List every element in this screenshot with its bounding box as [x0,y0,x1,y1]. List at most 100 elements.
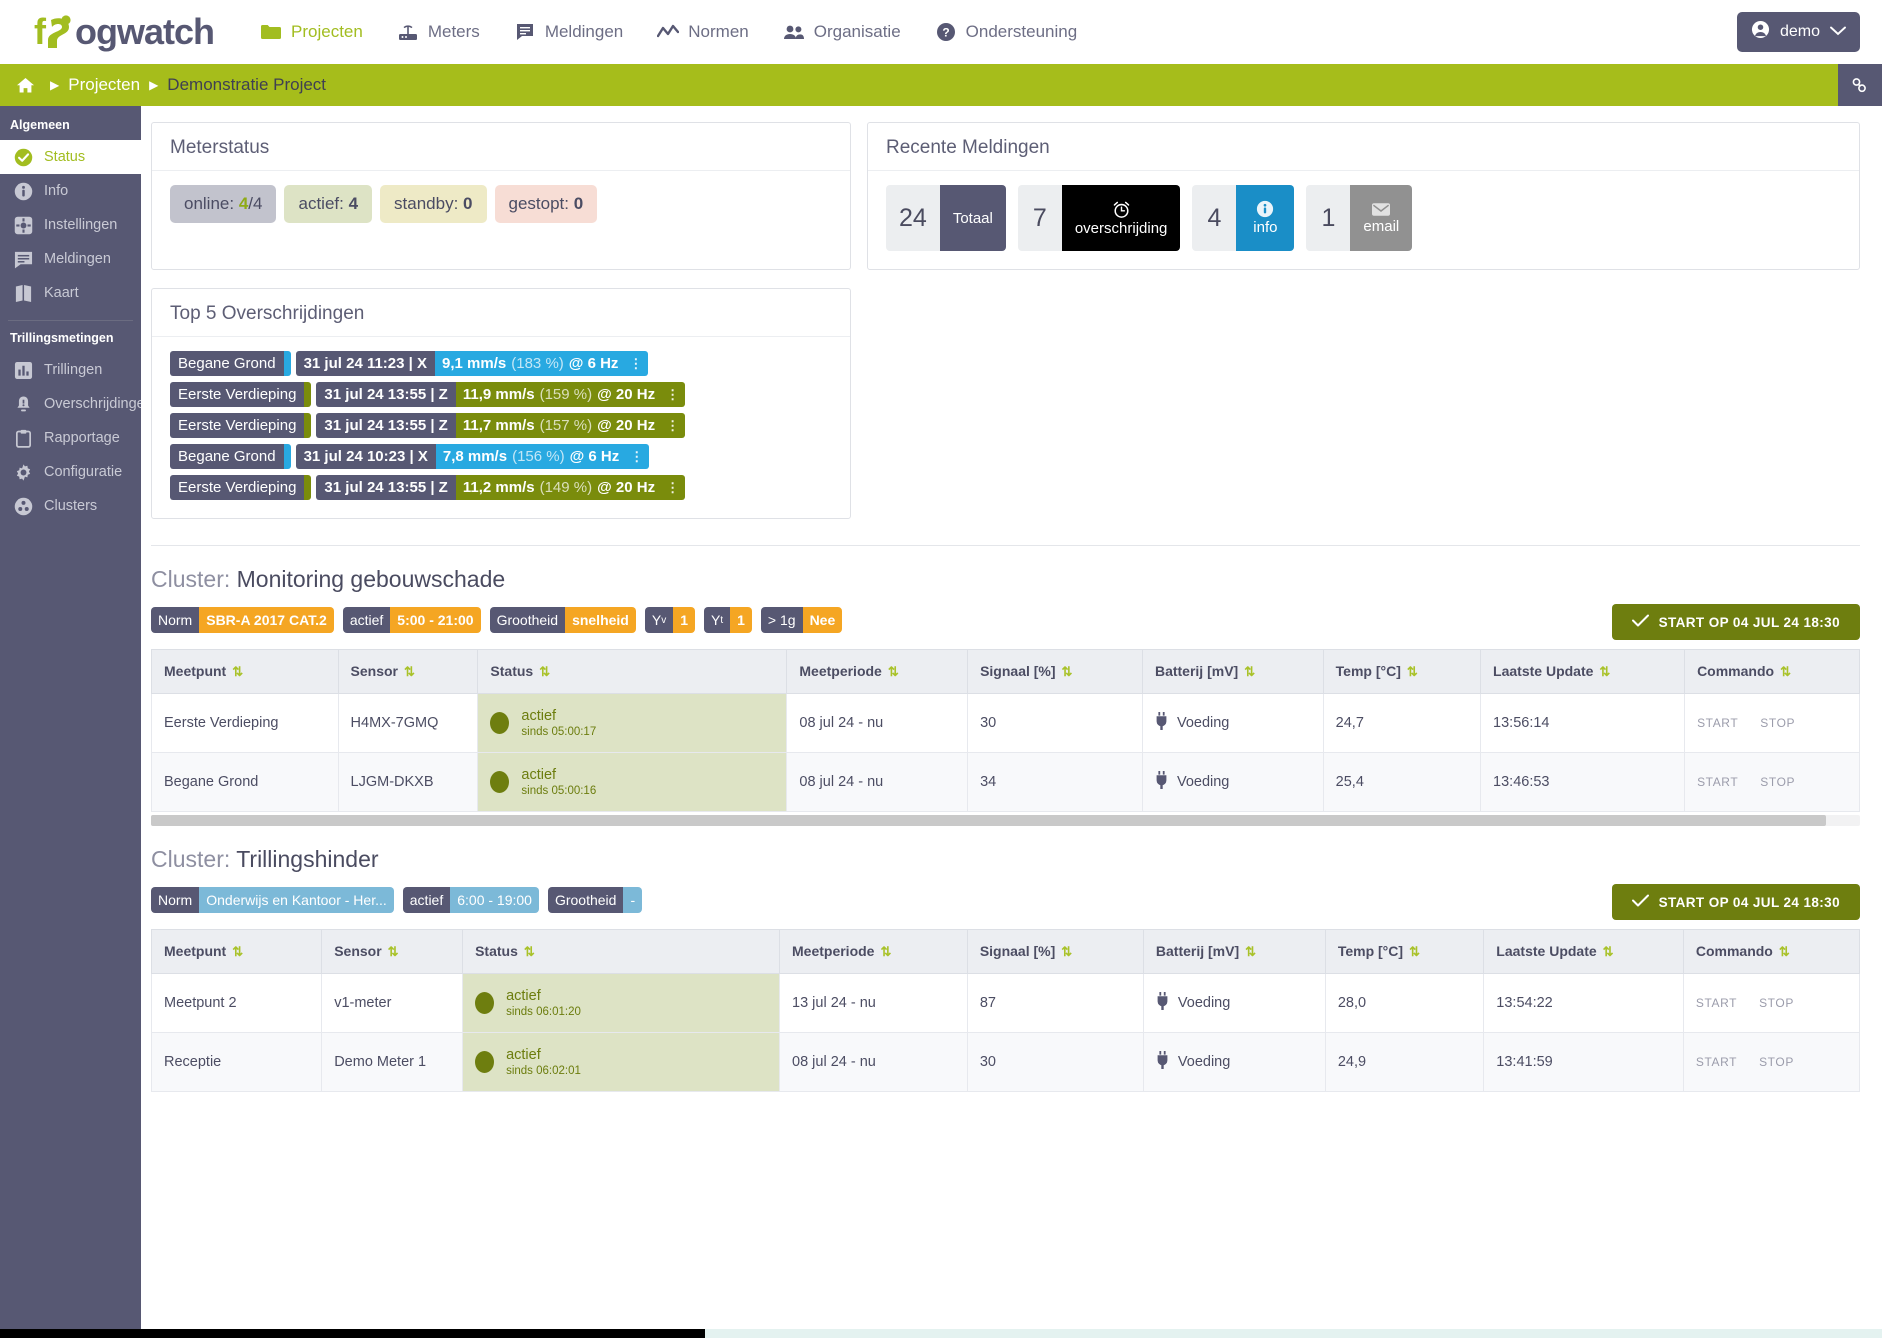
badge-info[interactable]: 4 info [1192,185,1295,251]
cell-sensor[interactable]: Demo Meter 1 [321,1032,464,1092]
sort-icon[interactable]: ⇅ [524,944,535,959]
top5-row[interactable]: Eerste Verdieping 31 jul 24 13:55 | Z 11… [170,382,686,407]
meterstatus-pill-actief[interactable]: actief: 4 [284,185,373,223]
start-command-button[interactable]: START [1696,1055,1737,1069]
badge-email[interactable]: 1 email [1306,185,1413,251]
col-header-temp[interactable]: Temp [°C] ⇅ [1322,649,1482,694]
tag-grootheid[interactable]: Grootheid snelheid [489,607,636,633]
col-header-commando[interactable]: Commando ⇅ [1682,929,1861,974]
col-header-sensor[interactable]: Sensor ⇅ [337,649,479,694]
sidebar-item-trillingen[interactable]: Trillingen [0,353,141,387]
breadcrumb-item-projecten[interactable]: Projecten [68,75,140,95]
more-options-icon[interactable]: ⋮ [630,449,643,465]
tag-norm[interactable]: Norm SBR-A 2017 CAT.2 [151,607,334,633]
nav-item-projecten[interactable]: Projecten [260,22,363,42]
sort-icon[interactable]: ⇅ [232,664,243,679]
stop-command-button[interactable]: STOP [1760,775,1795,789]
table-row[interactable]: Eerste Verdieping H4MX-7GMQ actief sinds… [151,693,1860,753]
page-scrollbar-thumb[interactable] [0,1329,705,1338]
col-header-meetpunt[interactable]: Meetpunt ⇅ [150,929,323,974]
col-header-sensor[interactable]: Sensor ⇅ [321,929,464,974]
sidebar-item-clusters[interactable]: Clusters [0,489,141,523]
more-options-icon[interactable]: ⋮ [629,356,642,372]
sort-icon[interactable]: ⇅ [1062,664,1073,679]
col-header-meetperiode[interactable]: Meetperiode ⇅ [779,929,968,974]
sort-icon[interactable]: ⇅ [1061,944,1072,959]
nav-item-meldingen[interactable]: Meldingen [514,22,623,42]
scrollbar-thumb[interactable] [151,815,1826,826]
col-header-signaal[interactable]: Signaal [%] ⇅ [966,929,1144,974]
sort-icon[interactable]: ⇅ [1599,664,1610,679]
app-logo[interactable]: f ogwatch [34,14,215,50]
more-options-icon[interactable]: ⋮ [666,480,679,496]
col-header-meetpunt[interactable]: Meetpunt ⇅ [151,649,339,694]
sort-icon[interactable]: ⇅ [1780,664,1791,679]
meterstatus-pill-online[interactable]: online: 4/4 [170,185,277,223]
col-header-commando[interactable]: Commando ⇅ [1684,649,1860,694]
col-header-temp[interactable]: Temp [°C] ⇅ [1324,929,1485,974]
sort-icon[interactable]: ⇅ [404,664,415,679]
sort-icon[interactable]: ⇅ [232,944,243,959]
sort-icon[interactable]: ⇅ [880,944,891,959]
tag-yv[interactable]: Yv 1 [644,607,695,633]
sidebar-item-info[interactable]: Info [0,174,141,208]
sort-icon[interactable]: ⇅ [1245,944,1256,959]
stop-command-button[interactable]: STOP [1759,1055,1794,1069]
top5-row[interactable]: Eerste Verdieping 31 jul 24 13:55 | Z 11… [170,475,686,500]
meterstatus-pill-standby[interactable]: standby: 0 [380,185,487,223]
sort-icon[interactable]: ⇅ [1603,944,1614,959]
sort-icon[interactable]: ⇅ [539,664,550,679]
cell-sensor[interactable]: v1-meter [321,973,464,1033]
top5-row[interactable]: Begane Grond 31 jul 24 10:23 | X 7,8 mm/… [170,444,650,469]
badge-totaal[interactable]: 24 Totaal [886,185,1006,251]
tag-actief[interactable]: actief 6:00 - 19:00 [402,887,539,913]
start-command-button[interactable]: START [1696,996,1737,1010]
link-icon-button[interactable] [1838,64,1882,106]
col-header-laatste-update[interactable]: Laatste Update ⇅ [1480,649,1686,694]
col-header-signaal[interactable]: Signaal [%] ⇅ [967,649,1143,694]
page-horizontal-scrollbar[interactable] [0,1329,1882,1338]
sidebar-item-rapportage[interactable]: Rapportage [0,421,141,455]
nav-item-normen[interactable]: Normen [657,22,749,42]
sort-icon[interactable]: ⇅ [1779,944,1790,959]
table-row[interactable]: Receptie Demo Meter 1 actief sinds 06:02… [150,1032,1861,1092]
cluster-start-button[interactable]: START OP 04 JUL 24 18:30 [1611,884,1860,920]
start-command-button[interactable]: START [1697,775,1738,789]
table-horizontal-scrollbar[interactable] [151,815,1860,826]
badge-overschrijding[interactable]: 7 overschrijding [1017,185,1181,251]
nav-item-organisatie[interactable]: Organisatie [783,22,901,42]
sort-icon[interactable]: ⇅ [888,664,899,679]
col-header-batterij[interactable]: Batterij [mV] ⇅ [1142,929,1326,974]
nav-item-ondersteuning[interactable]: ? Ondersteuning [935,22,1077,42]
top5-row[interactable]: Eerste Verdieping 31 jul 24 13:55 | Z 11… [170,413,686,438]
cluster-start-button[interactable]: START OP 04 JUL 24 18:30 [1611,604,1860,640]
col-header-status[interactable]: Status ⇅ [462,929,780,974]
stop-command-button[interactable]: STOP [1760,716,1795,730]
tag-yt[interactable]: Yt 1 [704,607,752,633]
sidebar-item-overschrijdingen[interactable]: Overschrijdingen [0,387,153,421]
col-header-status[interactable]: Status ⇅ [477,649,788,694]
sort-icon[interactable]: ⇅ [1244,664,1255,679]
table-row[interactable]: Meetpunt 2 v1-meter actief sinds 06:01:2… [150,973,1861,1033]
meterstatus-pill-gestopt[interactable]: gestopt: 0 [494,185,598,223]
col-header-meetperiode[interactable]: Meetperiode ⇅ [786,649,969,694]
tag-gt1g[interactable]: > 1g Nee [760,607,843,633]
sidebar-item-meldingen[interactable]: Meldingen [0,242,141,276]
stop-command-button[interactable]: STOP [1759,996,1794,1010]
more-options-icon[interactable]: ⋮ [666,418,679,434]
sidebar-item-configuratie[interactable]: Configuratie [0,455,141,489]
cell-sensor[interactable]: H4MX-7GMQ [337,693,479,753]
user-menu-button[interactable]: demo [1736,12,1860,52]
sidebar-item-instellingen[interactable]: Instellingen [0,208,141,242]
sort-icon[interactable]: ⇅ [1409,944,1420,959]
sort-icon[interactable]: ⇅ [388,944,399,959]
sidebar-item-kaart[interactable]: Kaart [0,276,141,310]
col-header-batterij[interactable]: Batterij [mV] ⇅ [1141,649,1324,694]
tag-actief[interactable]: actief 5:00 - 21:00 [342,607,481,633]
tag-norm[interactable]: Norm Onderwijs en Kantoor - Her... [151,887,394,913]
more-options-icon[interactable]: ⋮ [666,387,679,403]
home-icon[interactable] [10,77,41,94]
start-command-button[interactable]: START [1697,716,1738,730]
nav-item-meters[interactable]: Meters [397,22,480,42]
cell-sensor[interactable]: LJGM-DKXB [337,752,479,812]
